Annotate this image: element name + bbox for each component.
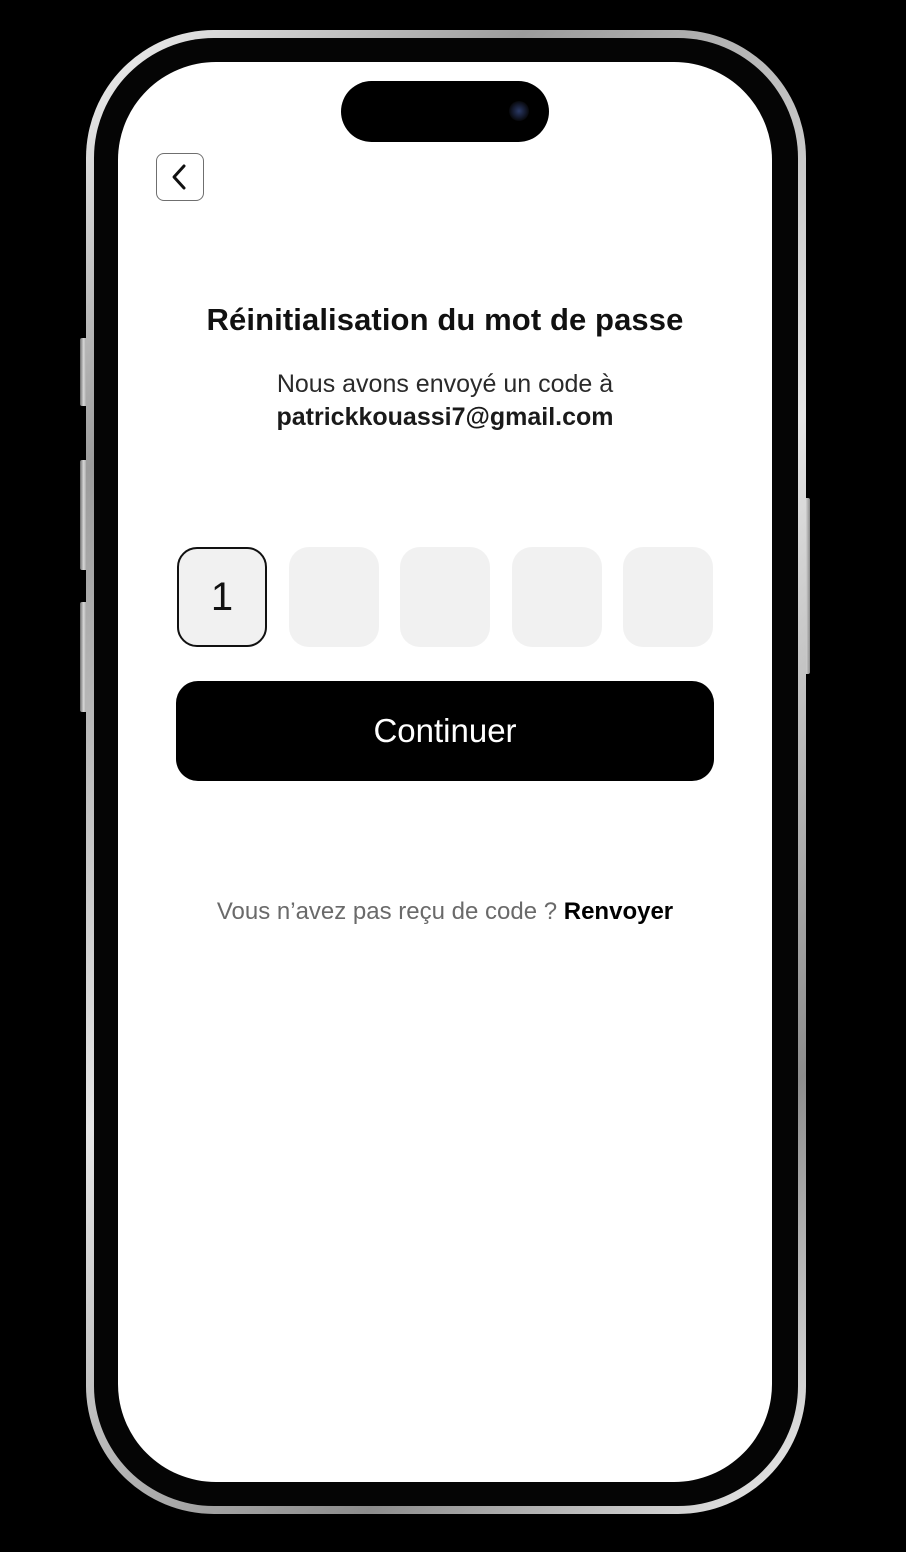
resend-link[interactable]: Renvoyer: [564, 898, 673, 925]
recipient-email: patrickkouassi7@gmail.com: [276, 403, 614, 431]
otp-digit-2[interactable]: [289, 547, 379, 647]
otp-input-group: 1: [177, 547, 715, 647]
back-button[interactable]: [156, 153, 204, 201]
dynamic-island: [341, 81, 549, 142]
resend-prompt: Vous n’avez pas reçu de code ? Renvoyer: [118, 898, 772, 926]
code-sent-message: Nous avons envoyé un code à patrickkouas…: [118, 368, 772, 434]
code-sent-text: Nous avons envoyé un code à: [276, 370, 614, 398]
continue-button[interactable]: Continuer: [176, 681, 714, 781]
page-title: Réinitialisation du mot de passe: [206, 302, 684, 337]
device-mockup: Réinitialisation du mot de passe Nous av…: [0, 0, 906, 1552]
app-screen: Réinitialisation du mot de passe Nous av…: [118, 62, 772, 1482]
resend-question: Vous n’avez pas reçu de code ?: [216, 898, 564, 925]
front-camera: [509, 101, 529, 121]
otp-digit-3[interactable]: [400, 547, 490, 647]
otp-digit-1[interactable]: 1: [177, 547, 267, 647]
otp-digit-5[interactable]: [623, 547, 713, 647]
otp-digit-4[interactable]: [512, 547, 602, 647]
chevron-left-icon: [172, 164, 186, 190]
